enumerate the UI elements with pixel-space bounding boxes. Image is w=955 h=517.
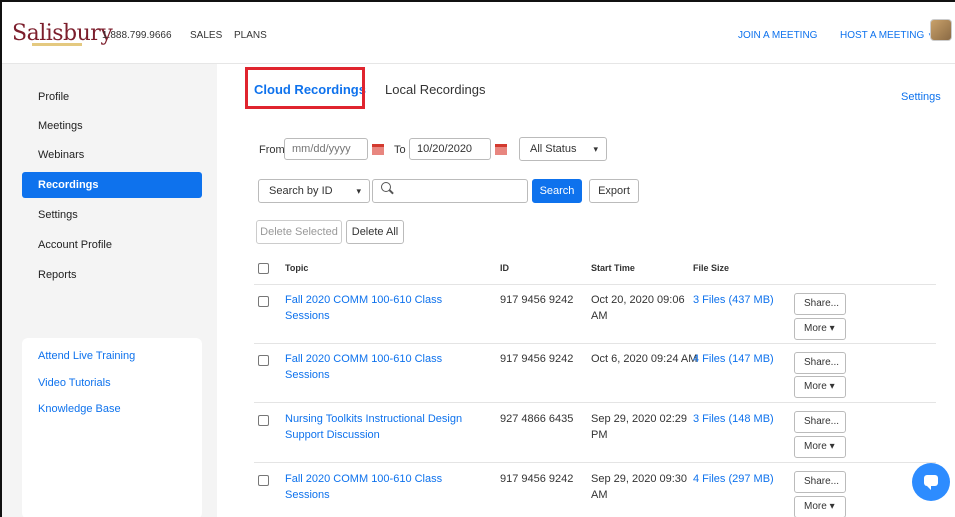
file-size-link[interactable]: 3 Files (437 MB): [693, 294, 774, 306]
chevron-down-icon: ▾: [593, 144, 598, 154]
recording-topic-link[interactable]: Fall 2020 COMM 100-610 Class Sessions: [285, 351, 485, 383]
join-meeting-link[interactable]: JOIN A MEETING: [738, 30, 817, 41]
attend-live-training-link[interactable]: Attend Live Training: [38, 350, 135, 362]
start-time: Sep 29, 2020 02:29 PM: [591, 413, 688, 441]
recording-topic-link[interactable]: Fall 2020 COMM 100-610 Class Sessions: [285, 471, 485, 503]
meeting-id: 917 9456 9242: [500, 353, 574, 365]
table-divider: [254, 343, 936, 344]
caret-down-icon: ▾: [829, 323, 835, 334]
meeting-id: 917 9456 9242: [500, 294, 574, 306]
column-header-topic: Topic: [285, 263, 309, 273]
file-size-link[interactable]: 3 Files (148 MB): [693, 413, 774, 425]
caret-down-icon: ▾: [829, 441, 835, 452]
search-button[interactable]: Search: [532, 179, 582, 203]
column-header-file-size: File Size: [693, 263, 730, 273]
row-checkbox[interactable]: [258, 355, 269, 366]
table-divider: [254, 284, 936, 285]
calendar-icon[interactable]: [495, 144, 507, 155]
sidebar-item-webinars[interactable]: Webinars: [22, 142, 202, 168]
more-button-label: More: [804, 441, 827, 452]
sidebar-item-settings[interactable]: Settings: [22, 202, 202, 228]
to-label: To: [394, 144, 406, 156]
file-size-link[interactable]: 4 Files (147 MB): [693, 353, 774, 365]
status-select-value: All Status: [530, 143, 577, 155]
share-button[interactable]: Share...: [794, 293, 846, 315]
phone-number: 1.888.799.9666: [102, 30, 172, 41]
share-button[interactable]: Share...: [794, 471, 846, 493]
host-meeting-menu[interactable]: HOST A MEETING ▼: [840, 30, 935, 41]
start-time: Oct 6, 2020 09:24 AM: [591, 353, 698, 365]
sidebar-item-account-profile[interactable]: Account Profile: [22, 232, 202, 258]
meeting-id: 917 9456 9242: [500, 473, 574, 485]
knowledge-base-link[interactable]: Knowledge Base: [38, 403, 121, 415]
meeting-id: 927 4866 6435: [500, 413, 574, 425]
to-date-input[interactable]: 10/20/2020: [409, 138, 491, 160]
search-by-value: Search by ID: [269, 185, 333, 197]
video-tutorials-link[interactable]: Video Tutorials: [38, 377, 111, 389]
status-select[interactable]: All Status ▾: [519, 137, 607, 161]
search-icon: [381, 182, 391, 192]
sidebar-item-reports[interactable]: Reports: [22, 262, 202, 288]
export-button[interactable]: Export: [589, 179, 639, 203]
table-divider: [254, 462, 936, 463]
more-button-label: More: [804, 323, 827, 334]
avatar[interactable]: [930, 19, 952, 41]
from-label: From: [259, 144, 285, 156]
column-header-start-time: Start Time: [591, 263, 635, 273]
calendar-icon[interactable]: [372, 144, 384, 155]
more-button[interactable]: More ▾: [794, 318, 846, 340]
sidebar-item-profile[interactable]: Profile: [22, 84, 202, 110]
search-by-select[interactable]: Search by ID ▾: [258, 179, 370, 203]
row-checkbox[interactable]: [258, 415, 269, 426]
delete-all-button[interactable]: Delete All: [346, 220, 404, 244]
more-button[interactable]: More ▾: [794, 496, 846, 517]
caret-down-icon: ▾: [829, 381, 835, 392]
select-all-checkbox[interactable]: [258, 263, 269, 274]
more-button-label: More: [804, 381, 827, 392]
table-divider: [254, 402, 936, 403]
more-button[interactable]: More ▾: [794, 376, 846, 398]
logo-underline: [32, 43, 82, 46]
top-navigation-bar: Salisbury 1.888.799.9666 SALES PLANS JOI…: [2, 2, 955, 64]
search-input[interactable]: [372, 179, 528, 203]
tab-local-recordings[interactable]: Local Recordings: [385, 82, 485, 97]
plans-link[interactable]: PLANS: [234, 30, 267, 41]
from-date-input[interactable]: [284, 138, 368, 160]
start-time: Oct 20, 2020 09:06 AM: [591, 294, 685, 322]
app-frame: Salisbury 1.888.799.9666 SALES PLANS JOI…: [0, 0, 955, 517]
share-button[interactable]: Share...: [794, 411, 846, 433]
row-checkbox[interactable]: [258, 475, 269, 486]
sidebar-item-meetings[interactable]: Meetings: [22, 113, 202, 139]
recording-topic-link[interactable]: Fall 2020 COMM 100-610 Class Sessions: [285, 292, 485, 324]
column-header-id: ID: [500, 263, 509, 273]
help-links-panel: [22, 338, 202, 517]
sidebar-item-recordings[interactable]: Recordings: [22, 172, 202, 198]
file-size-link[interactable]: 4 Files (297 MB): [693, 473, 774, 485]
row-checkbox[interactable]: [258, 296, 269, 307]
more-button-label: More: [804, 501, 827, 512]
delete-selected-button[interactable]: Delete Selected: [256, 220, 342, 244]
host-meeting-label: HOST A MEETING: [840, 30, 925, 41]
share-button[interactable]: Share...: [794, 352, 846, 374]
chat-support-button[interactable]: [912, 463, 950, 501]
annotation-highlight-box: [245, 67, 365, 109]
caret-down-icon: ▾: [829, 501, 835, 512]
caret-down-icon: ▾: [356, 186, 361, 196]
chat-icon: [924, 475, 938, 490]
recording-settings-link[interactable]: Settings: [901, 91, 941, 103]
sales-link[interactable]: SALES: [190, 30, 222, 41]
more-button[interactable]: More ▾: [794, 436, 846, 458]
recording-topic-link[interactable]: Nursing Toolkits Instructional Design Su…: [285, 411, 485, 443]
start-time: Sep 29, 2020 09:30 AM: [591, 473, 688, 501]
